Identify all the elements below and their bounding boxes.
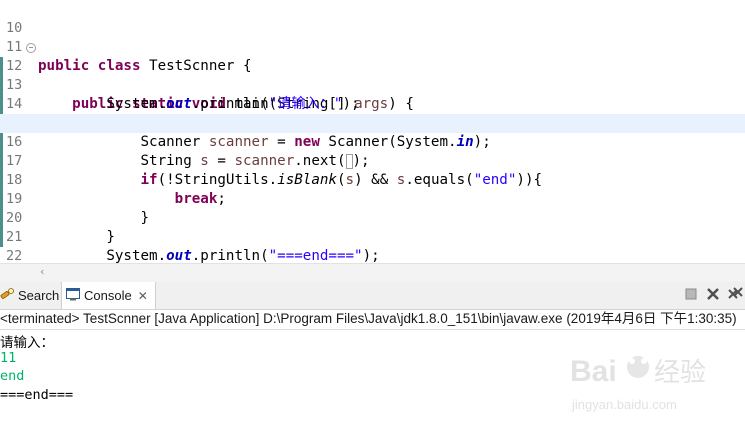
baidu-logo-icon: Bai 经验 jingyan.baidu.com xyxy=(570,355,706,412)
code-line[interactable]: 21 System.out.println("===end==="); xyxy=(0,209,745,263)
remove-all-terminated-icon[interactable] xyxy=(728,287,743,301)
tab-search[interactable]: Search xyxy=(0,282,60,309)
code-line[interactable]: 15 Scanner scanner = new Scanner(System.… xyxy=(0,95,745,150)
code-line[interactable]: 13 System.out.println("请输入："); xyxy=(0,57,745,112)
watermark-brand: Bai xyxy=(570,355,617,388)
code-line[interactable]: 11 public class TestScnner { xyxy=(0,19,745,74)
console-input-line: end xyxy=(0,368,25,384)
horizontal-scrollbar[interactable]: ‹ xyxy=(0,263,745,282)
fold-toggle-icon[interactable]: − xyxy=(26,43,36,53)
current-code-line[interactable]: 16 String s = scanner.next(); xyxy=(0,114,745,169)
code-line[interactable]: 23 } xyxy=(0,247,745,263)
console-input-line: 11 xyxy=(0,350,17,366)
tab-search-label: Search xyxy=(18,288,60,303)
tab-console[interactable]: Console ✕ xyxy=(61,282,156,309)
search-flashlight-icon xyxy=(0,283,14,310)
code-editor[interactable]: 10 11 public class TestScnner { 12 − pub… xyxy=(0,0,745,263)
remove-launch-icon[interactable] xyxy=(706,287,720,301)
code-line[interactable]: 17 if(!StringUtils.isBlank(s) && s.equal… xyxy=(0,133,745,188)
terminate-icon[interactable] xyxy=(684,287,698,301)
code-line[interactable]: 22 } xyxy=(0,228,745,263)
code-line[interactable]: 14 while(true){ xyxy=(0,76,745,131)
console-output-line: 请输入： xyxy=(0,335,54,351)
code-line[interactable]: 20 } xyxy=(0,190,745,245)
code-line[interactable]: 18 break; xyxy=(0,152,745,207)
watermark-brand-cn: 经验 xyxy=(654,358,706,388)
tab-console-label: Console xyxy=(84,288,132,303)
code-line[interactable]: 12 − public static void main(String[] ar… xyxy=(0,38,745,112)
console-status-line: <terminated> TestScnner [Java Applicatio… xyxy=(0,310,745,330)
baidu-jingyan-watermark: Bai 经验 jingyan.baidu.com xyxy=(570,345,740,415)
console-icon xyxy=(66,283,80,310)
close-icon[interactable]: ✕ xyxy=(138,289,148,303)
watermark-url: jingyan.baidu.com xyxy=(571,397,677,412)
code-line[interactable]: 19 } xyxy=(0,171,745,226)
view-tab-bar: Search Console ✕ xyxy=(0,282,745,310)
scroll-left-icon[interactable]: ‹ xyxy=(40,264,44,280)
code-line[interactable]: 10 xyxy=(0,0,745,36)
console-output-line: ===end=== xyxy=(0,387,74,403)
